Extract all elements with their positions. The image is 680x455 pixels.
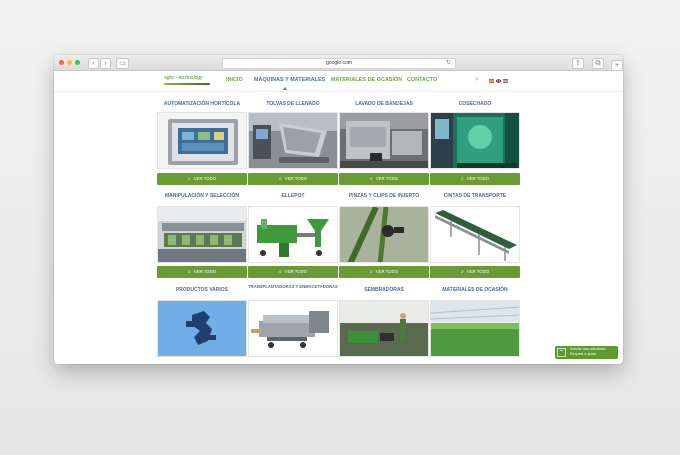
search-icon: ⌕ xyxy=(460,269,464,275)
logo-text: agro - technology xyxy=(164,75,203,81)
search-icon: ⌕ xyxy=(278,269,282,275)
spanish-flag-icon[interactable] xyxy=(489,79,494,83)
logo-swoosh xyxy=(164,83,210,85)
category-image-pinzas[interactable] xyxy=(339,206,429,263)
button-label: VER TODO xyxy=(375,269,399,274)
button-label: VER TODO xyxy=(284,269,308,274)
ver-todo-button[interactable]: ⌕ VER TODO xyxy=(430,266,520,278)
ver-todo-button[interactable]: ⌕ VER TODO xyxy=(157,173,247,185)
quote-line-1: Solicite una cotización xyxy=(570,347,606,351)
category-image-lavado[interactable] xyxy=(339,112,429,169)
ver-todo-button[interactable]: ⌕ VER TODO xyxy=(157,266,247,278)
url-text: google.com xyxy=(326,60,352,66)
request-quote-button[interactable]: ⌃ Solicite una cotización Request a quot… xyxy=(555,346,618,359)
button-label: VER TODO xyxy=(466,269,490,274)
english-flag-icon[interactable] xyxy=(496,79,501,83)
category-image-transplantadoras[interactable] xyxy=(248,300,338,357)
share-icon[interactable]: ⇧ xyxy=(572,58,584,69)
button-label: VER TODO xyxy=(284,176,308,181)
category-title[interactable]: PINZAS Y CLIPS DE INJERTO xyxy=(339,193,429,199)
nav-item-maquinas[interactable]: MÁQUINAS Y MATERIALES xyxy=(254,77,325,83)
forward-icon[interactable]: › xyxy=(100,58,111,69)
category-title[interactable]: COSECHADO xyxy=(430,101,520,107)
category-image-materiales-ocasion[interactable] xyxy=(430,300,520,357)
back-icon[interactable]: ‹ xyxy=(88,58,99,69)
tabs-icon[interactable]: ⧉ xyxy=(592,58,604,69)
ver-todo-button[interactable]: ⌕ VER TODO xyxy=(430,173,520,185)
category-image-ellepot[interactable] xyxy=(248,206,338,263)
category-title[interactable]: CINTAS DE TRANSPORTE xyxy=(430,193,520,199)
ver-todo-button[interactable]: ⌕ VER TODO xyxy=(248,266,338,278)
category-title[interactable]: AUTOMATIZACIÓN HORTÍCOLA xyxy=(157,101,247,107)
button-label: VER TODO xyxy=(466,176,490,181)
search-icon: ⌕ xyxy=(460,176,464,182)
button-label: VER TODO xyxy=(375,176,399,181)
category-image-tolvas[interactable] xyxy=(248,112,338,169)
browser-window: ‹ › ▭ google.com ↻ ⇧ ⧉ + agro - technolo… xyxy=(54,55,623,364)
browser-toolbar: ‹ › ▭ google.com ↻ ⇧ ⧉ + xyxy=(54,55,623,71)
dutch-flag-icon[interactable] xyxy=(503,79,508,83)
address-bar[interactable]: google.com ↻ xyxy=(222,58,456,69)
search-icon: ⌕ xyxy=(278,176,282,182)
active-nav-caret-icon xyxy=(283,87,287,90)
category-image-automatizacion[interactable] xyxy=(157,112,247,169)
reload-icon[interactable]: ↻ xyxy=(446,59,451,68)
category-title[interactable]: LAVADO DE BANDEJAS xyxy=(339,101,429,107)
category-title[interactable]: TRANSPLANTADORAS Y ENMACETADORAS xyxy=(248,284,338,289)
new-tab-icon[interactable]: + xyxy=(611,60,623,71)
category-image-cosechado[interactable] xyxy=(430,112,520,169)
category-image-productos-varios[interactable] xyxy=(157,300,247,357)
nav-item-inicio[interactable]: INICIO xyxy=(226,77,243,83)
site-logo[interactable]: agro - technology xyxy=(164,75,212,86)
search-icon[interactable]: ⌕ xyxy=(475,76,479,84)
maximize-window-button[interactable] xyxy=(75,60,80,65)
site-navbar: agro - technology INICIO MÁQUINAS Y MATE… xyxy=(54,71,623,92)
button-label: VER TODO xyxy=(193,269,217,274)
category-title[interactable]: TOLVAS DE LLENADO xyxy=(248,101,338,107)
chevron-up-icon[interactable]: ⌃ xyxy=(557,348,566,357)
category-title[interactable]: PRODUCTOS VARIOS xyxy=(157,287,247,293)
search-icon: ⌕ xyxy=(369,269,373,275)
category-title[interactable]: SEMBRADORAS xyxy=(339,287,429,293)
quote-line-2: Request a quote xyxy=(570,351,597,356)
category-image-sembradoras[interactable] xyxy=(339,300,429,357)
nav-item-contacto[interactable]: CONTACTO xyxy=(407,77,437,83)
category-image-manipulacion[interactable] xyxy=(157,206,247,263)
minimize-window-button[interactable] xyxy=(67,60,72,65)
ver-todo-button[interactable]: ⌕ VER TODO xyxy=(248,173,338,185)
nav-item-materiales-ocasion[interactable]: MATERIALES DE OCASIÓN xyxy=(331,77,402,83)
sidebar-icon[interactable]: ▭ xyxy=(116,58,129,69)
close-window-button[interactable] xyxy=(59,60,64,65)
category-title[interactable]: ELLEPOT xyxy=(248,193,338,199)
category-title[interactable]: MANIPULACIÓN Y SELECCIÓN xyxy=(157,193,247,199)
button-label: VER TODO xyxy=(193,176,217,181)
search-icon: ⌕ xyxy=(187,269,191,275)
ver-todo-button[interactable]: ⌕ VER TODO xyxy=(339,266,429,278)
search-icon: ⌕ xyxy=(187,176,191,182)
category-image-cintas[interactable] xyxy=(430,206,520,263)
category-title[interactable]: MATERIALES DE OCASIÓN xyxy=(430,287,520,293)
ver-todo-button[interactable]: ⌕ VER TODO xyxy=(339,173,429,185)
search-icon: ⌕ xyxy=(369,176,373,182)
